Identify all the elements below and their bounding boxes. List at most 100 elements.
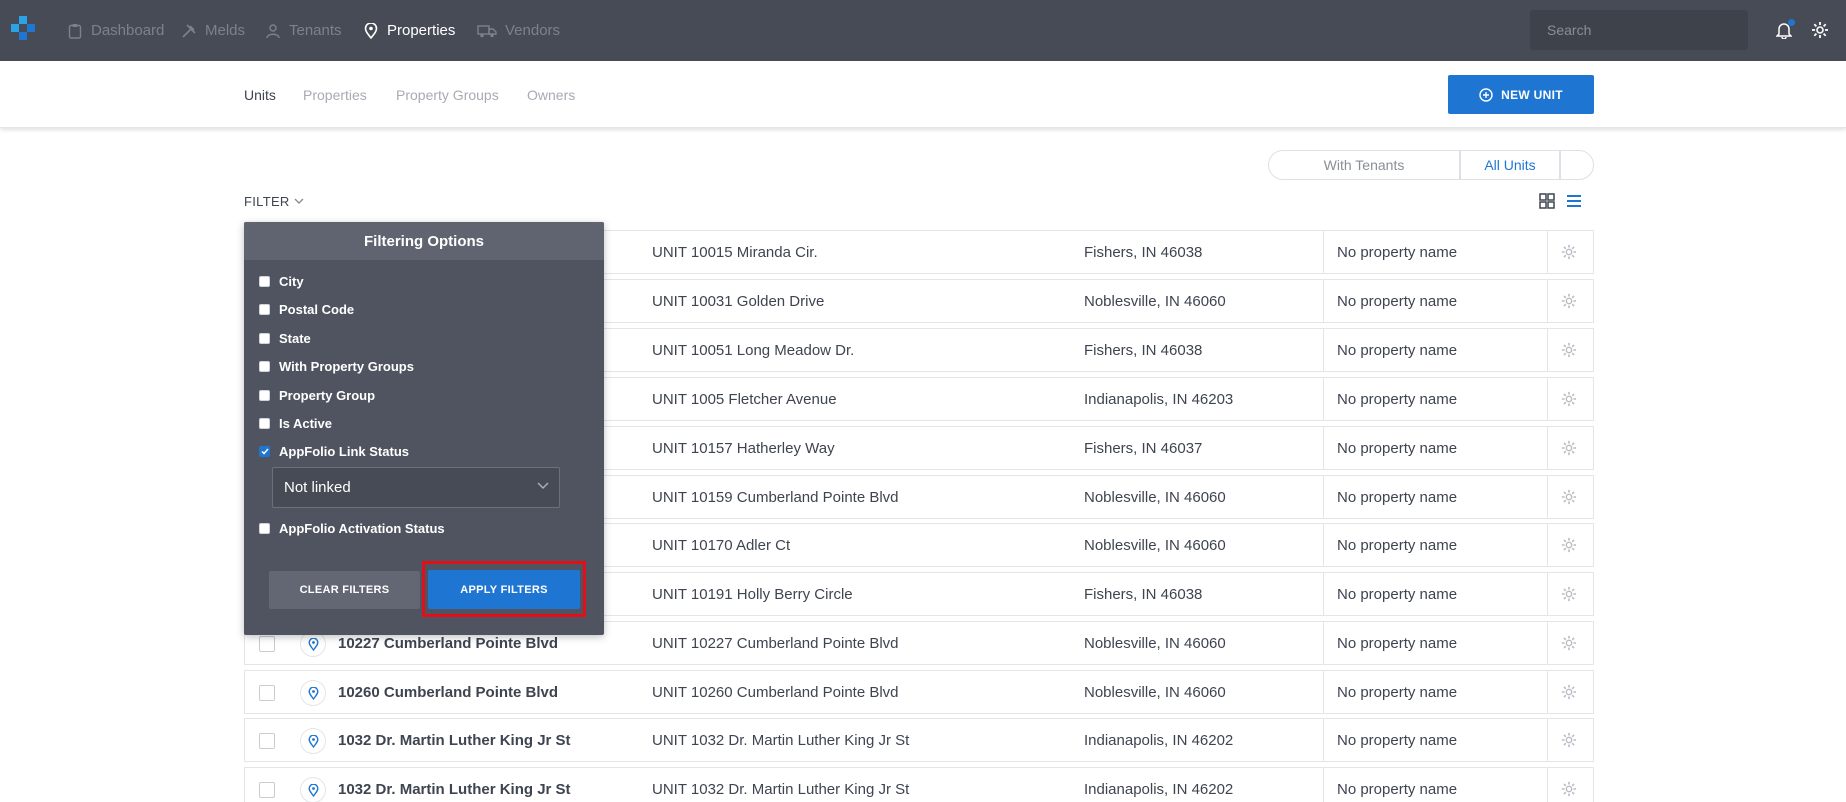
clear-filters-button[interactable]: CLEAR FILTERS	[269, 571, 420, 609]
column-divider	[1323, 476, 1324, 518]
row-unit-address: UNIT 10031 Golden Drive	[652, 292, 825, 310]
row-property-label: No property name	[1337, 243, 1458, 261]
nav-vendors[interactable]: Vendors	[476, 0, 560, 61]
column-divider	[1323, 573, 1324, 615]
table-row[interactable]: 1032 Dr. Martin Luther King Jr St UNIT 10…	[244, 718, 1594, 762]
row-settings-gear-icon[interactable]	[1559, 682, 1579, 702]
apply-filters-button[interactable]: APPLY FILTERS	[428, 570, 580, 609]
notification-dot	[1788, 19, 1795, 26]
column-divider	[1547, 280, 1548, 322]
row-property-label: No property name	[1337, 390, 1458, 408]
column-divider	[1323, 524, 1324, 566]
row-city: Indianapolis, IN 46202	[1084, 731, 1234, 749]
location-pin-icon	[362, 22, 380, 40]
column-divider	[1547, 329, 1548, 371]
column-divider	[1547, 768, 1548, 802]
row-settings-gear-icon[interactable]	[1559, 389, 1579, 409]
filter-option[interactable]: Property Group	[259, 385, 375, 405]
column-divider	[1547, 231, 1548, 273]
filter-option-label: City	[279, 273, 304, 289]
filter-option[interactable]: Is Active	[259, 413, 332, 433]
row-property-label: No property name	[1337, 731, 1458, 749]
segment-all-units[interactable]: All Units	[1460, 150, 1560, 180]
row-property-name[interactable]: 1032 Dr. Martin Luther King Jr St	[338, 768, 571, 802]
row-settings-gear-icon[interactable]	[1559, 487, 1579, 507]
row-checkbox[interactable]	[259, 636, 275, 652]
tab-properties[interactable]: Properties	[303, 61, 367, 128]
filter-option-label: With Property Groups	[279, 358, 414, 374]
row-unit-address: UNIT 10157 Hatherley Way	[652, 439, 835, 457]
column-divider	[1547, 524, 1548, 566]
row-settings-gear-icon[interactable]	[1559, 340, 1579, 360]
filter-panel-title: Filtering Options	[244, 222, 604, 260]
new-unit-label: NEW UNIT	[1501, 87, 1563, 102]
row-settings-gear-icon[interactable]	[1559, 242, 1579, 262]
row-settings-gear-icon[interactable]	[1559, 779, 1579, 799]
table-row[interactable]: 10260 Cumberland Pointe Blvd UNIT 10260 C…	[244, 670, 1594, 714]
row-property-name[interactable]: 10260 Cumberland Pointe Blvd	[338, 671, 558, 713]
row-settings-gear-icon[interactable]	[1559, 584, 1579, 604]
row-city: Fishers, IN 46038	[1084, 243, 1203, 261]
row-unit-address: UNIT 10170 Adler Ct	[652, 536, 791, 554]
row-settings-gear-icon[interactable]	[1559, 633, 1579, 653]
column-divider	[1547, 622, 1548, 664]
row-checkbox[interactable]	[259, 685, 275, 701]
row-settings-gear-icon[interactable]	[1559, 291, 1579, 311]
sub-nav: Units Properties Property Groups Owners …	[0, 61, 1846, 128]
checkbox[interactable]	[259, 275, 270, 287]
checkbox[interactable]	[259, 332, 270, 344]
filter-option[interactable]: AppFolio Link Status	[259, 441, 409, 461]
chevron-down-icon	[294, 198, 304, 205]
filter-option[interactable]: AppFolio Activation Status	[259, 518, 445, 538]
plus-circle-icon	[1479, 87, 1493, 102]
filter-option[interactable]: Postal Code	[259, 299, 354, 319]
row-property-name[interactable]: 1032 Dr. Martin Luther King Jr St	[338, 719, 571, 761]
checkbox-checked[interactable]	[259, 445, 270, 457]
column-divider	[1323, 231, 1324, 273]
app-logo-icon[interactable]	[8, 14, 38, 44]
checkbox[interactable]	[259, 522, 270, 534]
filter-option[interactable]: With Property Groups	[259, 356, 414, 376]
nav-tenants[interactable]: Tenants	[264, 0, 342, 61]
settings-gear-icon[interactable]	[1808, 18, 1832, 42]
column-divider	[1323, 622, 1324, 664]
link-status-value: Not linked	[284, 479, 351, 496]
filter-option[interactable]: City	[259, 271, 304, 291]
column-divider	[1547, 671, 1548, 713]
tab-property-groups[interactable]: Property Groups	[396, 61, 499, 128]
filter-label: FILTER	[244, 194, 290, 209]
column-divider	[1547, 573, 1548, 615]
filter-option[interactable]: State	[259, 328, 311, 348]
column-divider	[1547, 427, 1548, 469]
row-settings-gear-icon[interactable]	[1559, 730, 1579, 750]
checkbox[interactable]	[259, 417, 270, 429]
row-property-label: No property name	[1337, 341, 1458, 359]
notification-bell-icon[interactable]	[1772, 18, 1796, 42]
list-view-icon[interactable]	[1565, 192, 1583, 210]
row-city: Noblesville, IN 46060	[1084, 292, 1226, 310]
row-checkbox[interactable]	[259, 733, 275, 749]
row-settings-gear-icon[interactable]	[1559, 535, 1579, 555]
table-row[interactable]: 1032 Dr. Martin Luther King Jr St UNIT 10…	[244, 767, 1594, 802]
nav-dashboard[interactable]: Dashboard	[66, 0, 164, 61]
checkbox[interactable]	[259, 360, 270, 372]
filter-toggle[interactable]: FILTER	[244, 194, 304, 209]
person-icon	[264, 22, 282, 40]
tab-owners[interactable]: Owners	[527, 61, 575, 128]
column-divider	[1323, 378, 1324, 420]
new-unit-button[interactable]: NEW UNIT	[1448, 75, 1594, 114]
grid-view-icon[interactable]	[1538, 192, 1556, 210]
row-city: Noblesville, IN 46060	[1084, 536, 1226, 554]
tab-units[interactable]: Units	[244, 61, 276, 128]
location-pin-icon	[300, 728, 326, 754]
checkbox[interactable]	[259, 303, 270, 315]
top-nav: Dashboard Melds Tenants Properties Vendo…	[0, 0, 1846, 61]
row-settings-gear-icon[interactable]	[1559, 438, 1579, 458]
appfolio-link-status-select[interactable]: Not linked	[272, 467, 560, 508]
segment-with-tenants[interactable]: With Tenants	[1268, 150, 1460, 180]
checkbox[interactable]	[259, 389, 270, 401]
search-input[interactable]: Search	[1530, 10, 1748, 50]
row-checkbox[interactable]	[259, 782, 275, 798]
nav-properties[interactable]: Properties	[362, 0, 455, 61]
nav-melds[interactable]: Melds	[180, 0, 245, 61]
